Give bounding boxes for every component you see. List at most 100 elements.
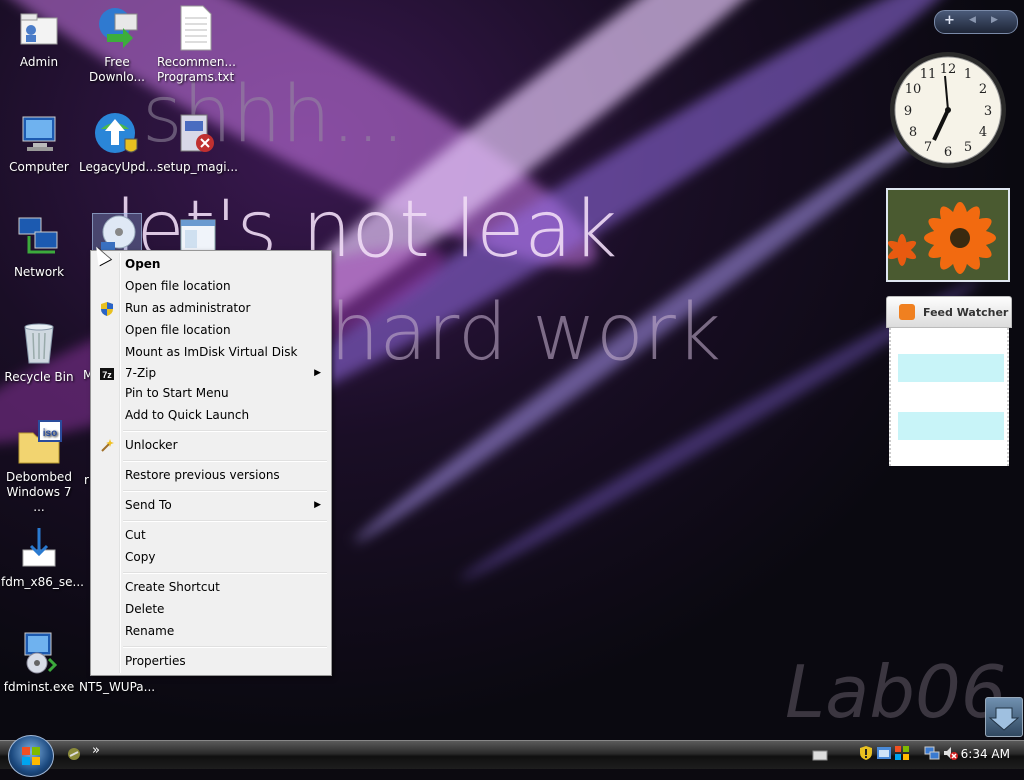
wallpaper-text-3: hard work: [330, 288, 721, 378]
menu-item-pin-start[interactable]: Pin to Start Menu: [93, 383, 329, 404]
feed-item[interactable]: [898, 354, 1004, 382]
menu-item-restore-versions[interactable]: Restore previous versions: [93, 465, 329, 486]
security-shield-icon[interactable]: [858, 745, 874, 765]
next-arrow-icon[interactable]: ▶: [991, 15, 998, 25]
desktop-icon-label: Free Downlo...: [89, 55, 145, 84]
gadget-toolbar[interactable]: + ◀ ▶: [934, 10, 1018, 34]
menu-item-run-as-admin[interactable]: Run as administrator: [93, 298, 329, 319]
desktop-icon-computer[interactable]: Computer: [1, 109, 77, 175]
desktop-icon-free-download[interactable]: Free Downlo...: [79, 4, 155, 85]
installer-icon: [171, 109, 219, 157]
menu-item-7zip[interactable]: 7z 7-Zip ▶: [93, 363, 329, 384]
add-gadget-icon[interactable]: +: [944, 13, 955, 28]
menu-item-cut[interactable]: Cut: [93, 525, 329, 546]
svg-text:12: 12: [940, 62, 957, 77]
desktop-icon-label: Debombed Windows 7 ...: [6, 470, 72, 514]
menu-item-open[interactable]: Open: [93, 254, 329, 275]
menu-item-open-file-location[interactable]: Open file location: [93, 276, 329, 297]
desktop-icon-recommended-programs[interactable]: Recommen... Programs.txt: [157, 4, 236, 85]
flower-photo: [888, 190, 1008, 280]
desktop-icon-label: Computer: [9, 160, 69, 174]
app-tray-icon[interactable]: [876, 745, 892, 765]
system-tray: 6:34 AM: [808, 742, 1024, 766]
volume-muted-icon[interactable]: [942, 745, 958, 765]
feed-watcher-gadget[interactable]: Feed Watcher: [886, 296, 1012, 470]
globe-update-icon: [93, 109, 141, 157]
keyboard-icon[interactable]: [812, 747, 828, 766]
menu-item-label: 7-Zip: [125, 366, 157, 380]
desktop-icon-recycle-bin[interactable]: Recycle Bin: [1, 319, 77, 385]
menu-item-label: Open: [125, 257, 161, 271]
windows-update-icon[interactable]: [894, 745, 910, 765]
menu-item-label: Run as administrator: [125, 301, 251, 315]
menu-item-rename[interactable]: Rename: [93, 621, 329, 642]
menu-item-add-quick-launch[interactable]: Add to Quick Launch: [93, 405, 329, 426]
svg-text:9: 9: [904, 104, 912, 119]
menu-item-delete[interactable]: Delete: [93, 599, 329, 620]
desktop-icon-label: Admin: [19, 55, 59, 69]
taskbar-clock[interactable]: 6:34 AM: [961, 747, 1010, 761]
svg-text:6: 6: [944, 145, 952, 160]
wallpaper-brand: Lab06: [785, 650, 1007, 734]
quicklaunch-chevron-icon[interactable]: »: [92, 743, 100, 758]
menu-separator: [123, 460, 327, 462]
desktop-icon-label: fdminst.exe: [3, 680, 75, 694]
submenu-arrow-icon: ▶: [314, 368, 321, 378]
svg-text:7: 7: [924, 140, 932, 155]
down-arrow-icon: [988, 707, 1020, 731]
feed-body: [889, 328, 1009, 466]
slideshow-gadget[interactable]: [886, 188, 1010, 282]
menu-item-mount-imdisk[interactable]: Mount as ImDisk Virtual Disk: [93, 342, 329, 363]
feed-item[interactable]: [898, 412, 1004, 440]
svg-text:8: 8: [909, 125, 917, 140]
menu-item-label: Mount as ImDisk Virtual Disk: [125, 345, 298, 359]
desktop-icon-debombed[interactable]: iso Debombed Windows 7 ...: [1, 419, 77, 515]
svg-text:iso: iso: [43, 428, 57, 439]
menu-separator: [123, 646, 327, 648]
recycle-bin-icon: [15, 319, 63, 367]
7zip-icon: 7z: [100, 368, 114, 380]
quicklaunch-icon[interactable]: [66, 746, 82, 766]
menu-item-create-shortcut[interactable]: Create Shortcut: [93, 577, 329, 598]
uac-shield-icon: [101, 302, 113, 316]
computer-icon: [15, 109, 63, 157]
menu-item-send-to[interactable]: Send To ▶: [93, 495, 329, 516]
desktop-icon-legacyupdate[interactable]: LegacyUpd...: [79, 109, 157, 175]
desktop-icon-setup-magic[interactable]: setup_magi...: [157, 109, 238, 175]
desktop-icon-label: NT5_WUPa...: [79, 680, 156, 694]
desktop-icon-admin[interactable]: Admin: [1, 4, 77, 70]
installer-disc-icon: [15, 629, 63, 677]
iso-folder-icon: iso: [15, 419, 63, 467]
menu-separator: [123, 572, 327, 574]
menu-separator: [123, 490, 327, 492]
clock-gadget[interactable]: 12 1 2 345 678 9 10 11: [888, 48, 1008, 170]
desktop-icon-label: Network: [13, 265, 65, 279]
desktop-icon-fdminst[interactable]: fdminst.exe: [1, 629, 77, 695]
desktop-icon-fdm-setup[interactable]: fdm_x86_se...: [1, 524, 84, 590]
wand-icon: [101, 439, 114, 452]
menu-item-label: Create Shortcut: [125, 580, 220, 594]
network-status-icon[interactable]: [924, 745, 940, 765]
menu-item-label: Cut: [125, 528, 146, 542]
menu-item-label: Open file location: [125, 323, 231, 337]
menu-separator: [123, 430, 327, 432]
context-menu: Open Open file location Run as administr…: [90, 250, 332, 676]
svg-text:2: 2: [979, 82, 987, 97]
desktop-icon-network[interactable]: Network: [1, 214, 77, 280]
start-button[interactable]: [8, 735, 54, 777]
menu-item-unlocker[interactable]: Unlocker: [93, 435, 329, 456]
menu-item-properties[interactable]: Properties: [93, 651, 329, 672]
menu-item-open-file-location-2[interactable]: Open file location: [93, 320, 329, 341]
prev-arrow-icon[interactable]: ◀: [969, 15, 976, 25]
menu-item-label: Delete: [125, 602, 165, 616]
show-desktop-button[interactable]: [985, 697, 1023, 737]
svg-text:11: 11: [920, 67, 937, 82]
desktop-icon-label: Recommen... Programs.txt: [157, 55, 236, 84]
user-folder-icon: [15, 4, 63, 52]
feed-title: Feed Watcher: [923, 305, 1009, 319]
desktop-icon-label: LegacyUpd...: [79, 160, 157, 174]
menu-item-copy[interactable]: Copy: [93, 547, 329, 568]
text-file-icon: [171, 4, 219, 52]
desktop-icon-label: Recycle Bin: [4, 370, 74, 384]
desktop-icon-label: fdm_x86_se...: [1, 575, 84, 589]
